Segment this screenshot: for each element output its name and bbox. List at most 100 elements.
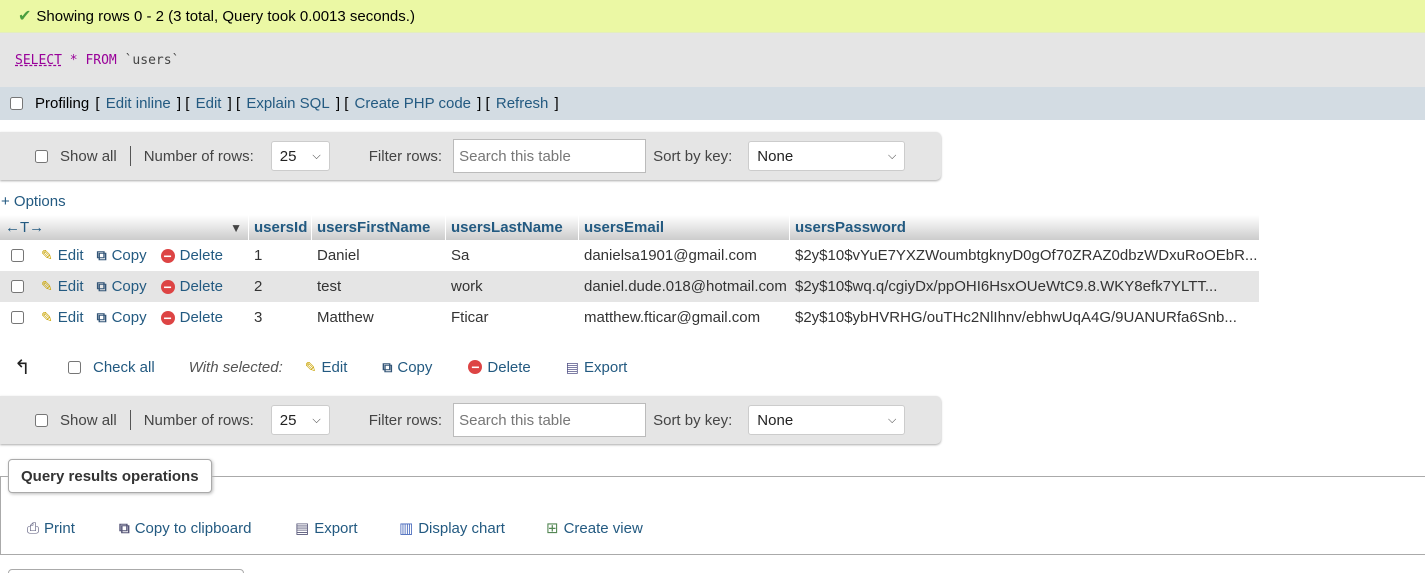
refresh-link[interactable]: Refresh <box>496 95 549 112</box>
sort-by-key-select[interactable]: None ⌵ <box>748 141 906 171</box>
number-of-rows-select[interactable]: 25 ⌵ <box>270 141 330 171</box>
bar-chart-icon: ▥ <box>399 520 414 537</box>
show-all-label[interactable]: Show all <box>60 412 117 429</box>
row-checkbox[interactable] <box>11 311 24 324</box>
copy-to-clipboard-button[interactable]: ⧉ Copy to clipboard <box>119 517 251 539</box>
explain-sql-link[interactable]: Explain SQL <box>246 95 329 112</box>
cell-usersPassword[interactable]: $2y$10$vYuE7YXZWoumbtgknyD0gOf70ZRAZ0dbz… <box>790 240 1259 271</box>
number-of-rows-label: Number of rows: <box>143 411 254 429</box>
number-of-rows-select[interactable]: 25 ⌵ <box>270 405 330 435</box>
top-navigation-bar: Show all Number of rows: 25 ⌵ Filter row… <box>0 132 941 180</box>
copy-icon: ⧉ <box>96 278 107 294</box>
copy-row-button[interactable]: ⧉ Copy <box>97 309 147 326</box>
display-chart-button[interactable]: ▥ Display chart <box>399 517 505 539</box>
edit-link[interactable]: Edit <box>196 95 222 112</box>
bulk-edit-button[interactable]: ✎ Edit <box>305 359 348 376</box>
copy-icon: ⧉ <box>96 309 107 325</box>
bulk-export-button[interactable]: ▤ Export <box>566 359 628 376</box>
copy-row-button[interactable]: ⧉ Copy <box>97 278 147 295</box>
cell-usersId[interactable]: 3 <box>249 302 312 333</box>
create-view-button[interactable]: ⊞ Create view <box>546 517 643 539</box>
edit-row-button[interactable]: ✎ Edit <box>41 309 84 326</box>
column-header-usersEmail[interactable]: usersEmail <box>579 215 790 240</box>
cell-usersFirstName[interactable]: test <box>312 271 446 302</box>
sql-star: * <box>69 52 78 68</box>
edit-row-button[interactable]: ✎ Edit <box>41 247 84 264</box>
delete-row-button[interactable]: − Delete <box>160 278 223 295</box>
column-header-usersFirstName[interactable]: usersFirstName <box>312 215 446 240</box>
delete-row-button[interactable]: − Delete <box>160 309 223 326</box>
arrows-icon[interactable]: ←T→ <box>5 219 44 236</box>
row-actions: ✎ Edit ⧉ Copy − Delete <box>0 271 249 302</box>
show-all-checkbox[interactable] <box>35 149 48 163</box>
pencil-icon: ✎ <box>41 247 53 263</box>
cell-usersEmail[interactable]: matthew.fticar@gmail.com <box>579 302 790 333</box>
row-checkbox[interactable] <box>11 249 24 262</box>
copy-row-button[interactable]: ⧉ Copy <box>97 247 147 264</box>
delete-icon: − <box>160 248 175 263</box>
bulk-copy-button[interactable]: ⧉ Copy <box>382 359 432 376</box>
table-row: ✎ Edit ⧉ Copy − Delete 3 Matthew Fticar mat… <box>0 302 1259 333</box>
export-icon: ▤ <box>295 520 310 537</box>
sort-by-key-label: Sort by key: <box>653 147 733 165</box>
export-button[interactable]: ▤ Export <box>295 517 358 539</box>
row-actions: ✎ Edit ⧉ Copy − Delete <box>0 240 249 271</box>
show-all-label[interactable]: Show all <box>60 148 117 165</box>
cell-usersLastName[interactable]: work <box>446 271 579 302</box>
create-php-code-link[interactable]: Create PHP code <box>355 95 471 112</box>
sql-keyword-from: FROM <box>85 52 117 68</box>
show-all-checkbox[interactable] <box>35 413 48 427</box>
cell-usersLastName[interactable]: Fticar <box>446 302 579 333</box>
delete-row-button[interactable]: − Delete <box>160 247 223 264</box>
cell-usersEmail[interactable]: danielsa1901@gmail.com <box>579 240 790 271</box>
edit-row-button[interactable]: ✎ Edit <box>41 278 84 295</box>
number-of-rows-label: Number of rows: <box>143 147 254 165</box>
with-selected-label: With selected: <box>188 358 283 376</box>
printer-icon: ⎙ <box>27 519 40 537</box>
sql-table-name: `users` <box>124 52 180 68</box>
cell-usersFirstName[interactable]: Daniel <box>312 240 446 271</box>
cell-usersFirstName[interactable]: Matthew <box>312 302 446 333</box>
row-checkbox[interactable] <box>11 280 24 293</box>
table-header: ←T→ ▼ usersId usersFirstName usersLastNa… <box>0 215 1259 240</box>
cell-usersPassword[interactable]: $2y$10$wq.q/cgiyDx/ppOHI6HsxOUeWtC9.8.WK… <box>790 271 1259 302</box>
delete-icon: − <box>160 279 175 294</box>
query-results-operations-legend: Query results operations <box>8 459 212 493</box>
next-panel-edge <box>8 569 244 573</box>
profiling-bar: Profiling [ Edit inline ] [ Edit ] [ Exp… <box>0 87 1425 120</box>
triangle-down-icon[interactable]: ▼ <box>230 221 242 235</box>
chevron-down-icon: ⌵ <box>312 149 321 162</box>
check-all-checkbox[interactable] <box>68 360 81 374</box>
filter-rows-input[interactable]: Search this table <box>453 403 647 437</box>
filter-rows-label: Filter rows: <box>368 411 443 429</box>
profiling-label: Profiling <box>35 95 90 112</box>
results-table: ←T→ ▼ usersId usersFirstName usersLastNa… <box>0 215 1259 333</box>
filter-rows-label: Filter rows: <box>368 147 443 165</box>
sql-query-box[interactable]: SELECT * FROM `users` <box>0 33 1425 87</box>
profiling-checkbox[interactable] <box>10 97 23 110</box>
column-header-usersPassword[interactable]: usersPassword <box>790 215 1259 240</box>
edit-inline-link[interactable]: Edit inline <box>106 95 171 112</box>
check-all-link[interactable]: Check all <box>93 359 155 376</box>
column-header-usersLastName[interactable]: usersLastName <box>446 215 579 240</box>
query-results-operations-panel <box>0 476 1425 555</box>
cell-usersLastName[interactable]: Sa <box>446 240 579 271</box>
sql-keyword-select[interactable]: SELECT <box>15 53 62 68</box>
chevron-down-icon: ⌵ <box>887 413 897 426</box>
print-button[interactable]: ⎙ Print <box>27 517 75 539</box>
copy-icon: ⧉ <box>119 519 130 537</box>
bulk-delete-button[interactable]: − Delete <box>468 359 531 376</box>
cell-usersId[interactable]: 2 <box>249 271 312 302</box>
filter-rows-input[interactable]: Search this table <box>453 139 647 173</box>
chevron-down-icon: ⌵ <box>887 149 897 162</box>
sort-by-key-label: Sort by key: <box>653 411 733 429</box>
column-header-usersId[interactable]: usersId <box>249 215 312 240</box>
cell-usersEmail[interactable]: daniel.dude.018@hotmail.com <box>579 271 790 302</box>
cell-usersId[interactable]: 1 <box>249 240 312 271</box>
bottom-navigation-bar: Show all Number of rows: 25 ⌵ Filter row… <box>0 396 941 444</box>
column-arrows-header[interactable]: ←T→ ▼ <box>0 215 249 240</box>
pencil-icon: ✎ <box>41 309 53 325</box>
sort-by-key-select[interactable]: None ⌵ <box>748 405 906 435</box>
options-link[interactable]: + Options <box>1 193 66 210</box>
cell-usersPassword[interactable]: $2y$10$ybHVRHG/ouTHc2NlIhnv/ebhwUqA4G/9U… <box>790 302 1259 333</box>
